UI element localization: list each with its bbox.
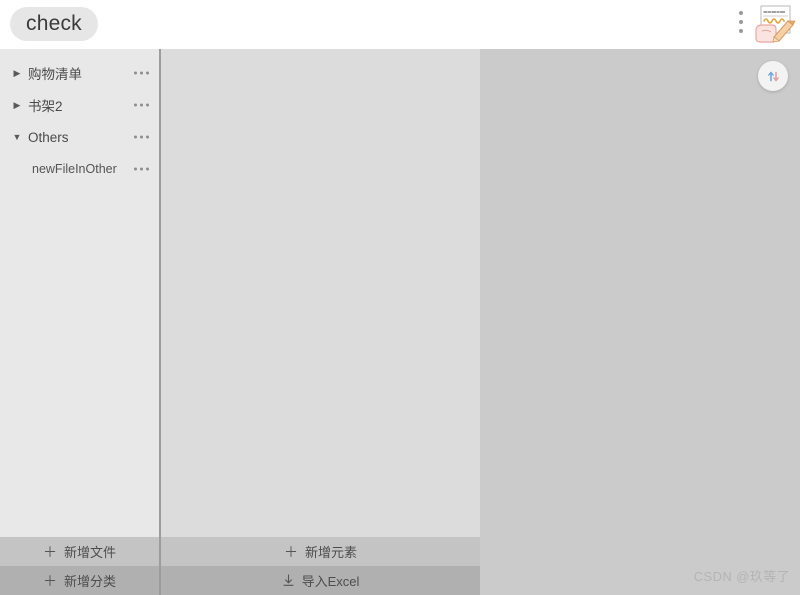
dot <box>140 167 143 171</box>
sidebar-item-label: 书架2 <box>28 99 63 114</box>
action-divider <box>159 566 161 595</box>
sidebar-item-others[interactable]: ▼ Others <box>0 121 159 153</box>
dot <box>146 103 149 107</box>
sidebar-item-label: Others <box>28 129 69 145</box>
app-header: check <box>0 0 800 49</box>
sidebar-item-label: 购物清单 <box>28 67 82 82</box>
sidebar-item-newfileinother[interactable]: newFileInOther <box>0 153 159 185</box>
chevron-down-icon[interactable]: ▼ <box>10 132 24 142</box>
plus-icon: ＋ <box>42 543 57 560</box>
sidebar-item-label: newFileInOther <box>32 162 117 176</box>
app-root: check ▶ 购物清单 ▶ 书架2 ▼ Others newFileInOth… <box>0 0 800 595</box>
sidebar-item-bookshelf-2[interactable]: ▶ 书架2 <box>0 89 159 121</box>
page-title: check <box>10 7 98 41</box>
download-icon <box>282 574 295 587</box>
action-divider <box>159 537 161 566</box>
action-row-1: ＋ 新增文件 ＋ 新增元素 <box>0 537 480 566</box>
more-options-icon[interactable] <box>134 103 149 107</box>
dot <box>739 29 743 33</box>
sync-icon[interactable] <box>758 61 788 91</box>
bottom-action-bar: ＋ 新增文件 ＋ 新增元素 ＋ 新增分类 导入Excel <box>0 537 480 595</box>
dot <box>134 135 137 139</box>
add-element-label: 新增元素 <box>304 545 357 560</box>
add-file-button[interactable]: ＋ 新增文件 <box>0 537 159 566</box>
detail-panel <box>480 49 800 595</box>
more-options-icon[interactable] <box>134 71 149 75</box>
watermark-text: CSDN @玖等了 <box>693 569 790 584</box>
file-tree: ▶ 购物清单 ▶ 书架2 ▼ Others newFileInOther <box>0 49 159 185</box>
sidebar-panel: ▶ 购物清单 ▶ 书架2 ▼ Others newFileInOther <box>0 49 159 595</box>
dot <box>134 103 137 107</box>
add-category-button[interactable]: ＋ 新增分类 <box>0 566 159 595</box>
add-category-label: 新增分类 <box>63 574 116 589</box>
body-area: ▶ 购物清单 ▶ 书架2 ▼ Others newFileInOther ＋ 新… <box>0 49 800 595</box>
chevron-right-icon[interactable]: ▶ <box>10 68 24 78</box>
dot <box>140 135 143 139</box>
dot <box>146 135 149 139</box>
chevron-right-icon[interactable]: ▶ <box>10 100 24 110</box>
dot <box>739 11 743 15</box>
element-list-panel <box>161 49 480 595</box>
dot <box>140 103 143 107</box>
plus-icon: ＋ <box>283 543 298 560</box>
import-excel-label: 导入Excel <box>301 574 360 589</box>
sidebar-item-shopping-list[interactable]: ▶ 购物清单 <box>0 57 159 89</box>
dot <box>140 71 143 75</box>
import-excel-button[interactable]: 导入Excel <box>161 566 480 595</box>
add-file-label: 新增文件 <box>63 545 116 560</box>
more-options-icon[interactable] <box>134 135 149 139</box>
dot <box>739 20 743 24</box>
dot <box>134 71 137 75</box>
header-right-controls <box>735 3 796 45</box>
more-options-icon[interactable] <box>134 167 149 171</box>
add-element-button[interactable]: ＋ 新增元素 <box>161 537 480 566</box>
dot <box>146 167 149 171</box>
action-row-2: ＋ 新增分类 导入Excel <box>0 566 480 595</box>
dot <box>134 167 137 171</box>
plus-icon: ＋ <box>42 572 57 589</box>
vertical-dots-icon[interactable] <box>735 3 747 33</box>
handwriting-signature-icon[interactable] <box>750 3 796 45</box>
dot <box>146 71 149 75</box>
